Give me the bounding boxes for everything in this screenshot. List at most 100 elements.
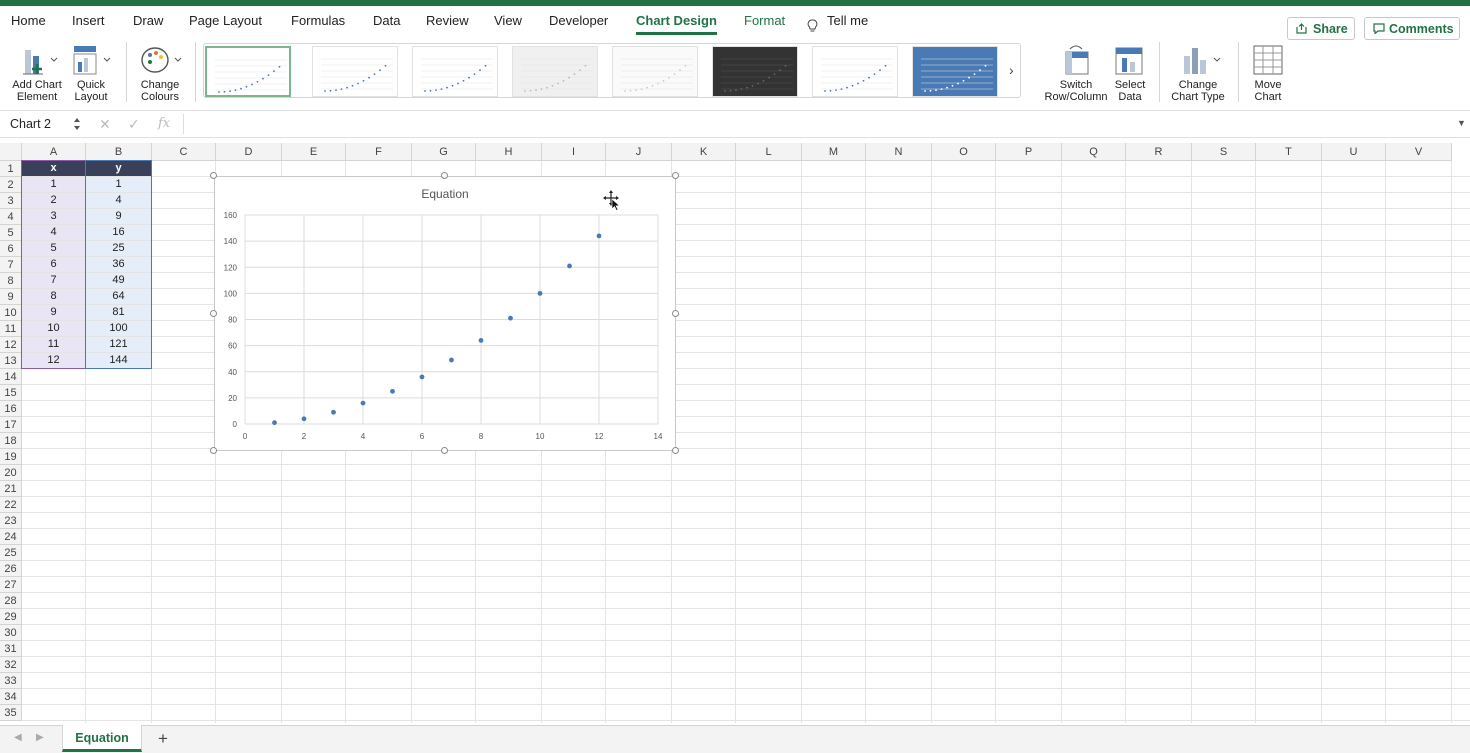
add-chart-element-button[interactable]: Add Chart Element xyxy=(8,44,66,103)
row-header-21[interactable]: 21 xyxy=(0,481,22,497)
chart-object[interactable]: Equation 0 20 40 60 80 100 120 140 160 0 2 4 6 8 10 12 1… xyxy=(214,176,676,451)
row-header-24[interactable]: 24 xyxy=(0,529,22,545)
row-header-7[interactable]: 7 xyxy=(0,257,22,273)
column-header-j[interactable]: J xyxy=(606,143,672,161)
column-header-p[interactable]: P xyxy=(996,143,1062,161)
column-header-b[interactable]: B xyxy=(86,143,152,161)
row-header-19[interactable]: 19 xyxy=(0,449,22,465)
column-header-n[interactable]: N xyxy=(866,143,932,161)
row-header-1[interactable]: 1 xyxy=(0,161,22,177)
row-header-32[interactable]: 32 xyxy=(0,657,22,673)
column-header-u[interactable]: U xyxy=(1322,143,1386,161)
tab-formulas[interactable]: Formulas xyxy=(291,13,345,28)
chart-style-thumb[interactable] xyxy=(612,46,698,97)
row-header-16[interactable]: 16 xyxy=(0,401,22,417)
prev-sheet-icon[interactable]: ◀ xyxy=(14,732,22,743)
row-header-17[interactable]: 17 xyxy=(0,417,22,433)
worksheet-grid[interactable]: A B C D E F G H I J K L M N O P Q R S T U V 1 2 3 4 5 6 7 8 9 10 11 12 13 1… xyxy=(0,143,1470,723)
row-header-12[interactable]: 12 xyxy=(0,337,22,353)
row-header-28[interactable]: 28 xyxy=(0,593,22,609)
change-chart-type-button[interactable]: Change Chart Type xyxy=(1166,44,1230,103)
column-header-i[interactable]: I xyxy=(542,143,606,161)
chart-style-thumb[interactable] xyxy=(712,46,798,97)
row-header-26[interactable]: 26 xyxy=(0,561,22,577)
row-header-3[interactable]: 3 xyxy=(0,193,22,209)
chart-styles-gallery[interactable] xyxy=(203,43,1021,98)
row-header-10[interactable]: 10 xyxy=(0,305,22,321)
column-header-k[interactable]: K xyxy=(672,143,736,161)
column-header-f[interactable]: F xyxy=(346,143,412,161)
tab-home[interactable]: Home xyxy=(11,13,46,28)
row-header-11[interactable]: 11 xyxy=(0,321,22,337)
chart-style-thumb[interactable] xyxy=(312,46,398,97)
chart-style-thumb[interactable] xyxy=(912,46,998,97)
move-chart-button[interactable]: Move Chart xyxy=(1246,44,1290,103)
gallery-next-arrow[interactable]: › xyxy=(1009,62,1014,78)
formula-input[interactable] xyxy=(190,116,1440,134)
row-header-29[interactable]: 29 xyxy=(0,609,22,625)
column-header-l[interactable]: L xyxy=(736,143,802,161)
comments-button[interactable]: Comments xyxy=(1364,17,1460,40)
data-point[interactable] xyxy=(301,416,307,422)
tab-tell-me[interactable]: Tell me xyxy=(827,13,868,28)
row-header-30[interactable]: 30 xyxy=(0,625,22,641)
tab-review[interactable]: Review xyxy=(426,13,469,28)
row-header-22[interactable]: 22 xyxy=(0,497,22,513)
chart-style-thumb[interactable] xyxy=(812,46,898,97)
row-header-23[interactable]: 23 xyxy=(0,513,22,529)
row-header-15[interactable]: 15 xyxy=(0,385,22,401)
data-point[interactable] xyxy=(596,233,602,239)
change-colours-button[interactable]: Change Colours xyxy=(134,44,186,103)
row-header-9[interactable]: 9 xyxy=(0,289,22,305)
tab-insert[interactable]: Insert xyxy=(72,13,105,28)
switch-row-column-button[interactable]: Switch Row/Column xyxy=(1044,44,1108,103)
data-point[interactable] xyxy=(272,420,277,426)
tab-draw[interactable]: Draw xyxy=(133,13,163,28)
column-header-a[interactable]: A xyxy=(22,143,86,161)
sheet-tab-equation[interactable]: Equation xyxy=(62,725,142,752)
row-header-4[interactable]: 4 xyxy=(0,209,22,225)
data-point[interactable] xyxy=(390,388,395,394)
row-header-14[interactable]: 14 xyxy=(0,369,22,385)
row-header-13[interactable]: 13 xyxy=(0,353,22,369)
tab-page-layout[interactable]: Page Layout xyxy=(189,13,262,28)
column-header-q[interactable]: Q xyxy=(1062,143,1126,161)
column-header-c[interactable]: C xyxy=(152,143,216,161)
data-point[interactable] xyxy=(360,400,366,406)
row-header-25[interactable]: 25 xyxy=(0,545,22,561)
add-sheet-button[interactable]: + xyxy=(158,729,168,749)
chart-resize-handle[interactable] xyxy=(210,172,217,179)
chart-resize-handle[interactable] xyxy=(210,447,217,454)
column-header-e[interactable]: E xyxy=(282,143,346,161)
chart-style-thumb[interactable] xyxy=(412,46,498,97)
tab-chart-design[interactable]: Chart Design xyxy=(636,13,717,35)
chart-resize-handle[interactable] xyxy=(672,447,679,454)
row-header-2[interactable]: 2 xyxy=(0,177,22,193)
row-header-27[interactable]: 27 xyxy=(0,577,22,593)
name-box[interactable]: Chart 2 xyxy=(4,115,84,135)
tab-data[interactable]: Data xyxy=(373,13,400,28)
select-data-button[interactable]: Select Data xyxy=(1110,44,1150,103)
chart-style-thumb[interactable] xyxy=(512,46,598,97)
data-point[interactable] xyxy=(478,338,484,343)
insert-function-button[interactable]: fx xyxy=(158,116,170,131)
column-header-r[interactable]: R xyxy=(1126,143,1192,161)
data-point[interactable] xyxy=(567,263,572,269)
column-header-g[interactable]: G xyxy=(412,143,476,161)
name-box-stepper-icon[interactable] xyxy=(73,115,81,133)
column-header-m[interactable]: M xyxy=(802,143,866,161)
next-sheet-icon[interactable]: ▶ xyxy=(36,732,44,743)
chart-plot[interactable]: 0 20 40 60 80 100 120 140 160 0 2 4 6 8 10 12 14 xyxy=(215,177,675,450)
column-header-t[interactable]: T xyxy=(1256,143,1322,161)
column-header-d[interactable]: D xyxy=(216,143,282,161)
tab-format[interactable]: Format xyxy=(744,13,785,28)
select-all-corner[interactable] xyxy=(0,143,22,161)
data-point[interactable] xyxy=(419,374,425,380)
data-point[interactable] xyxy=(508,315,513,321)
tab-view[interactable]: View xyxy=(494,13,522,28)
row-header-6[interactable]: 6 xyxy=(0,241,22,257)
chart-resize-handle[interactable] xyxy=(672,309,679,317)
row-header-20[interactable]: 20 xyxy=(0,465,22,481)
column-header-s[interactable]: S xyxy=(1192,143,1256,161)
chart-resize-handle[interactable] xyxy=(210,309,217,317)
